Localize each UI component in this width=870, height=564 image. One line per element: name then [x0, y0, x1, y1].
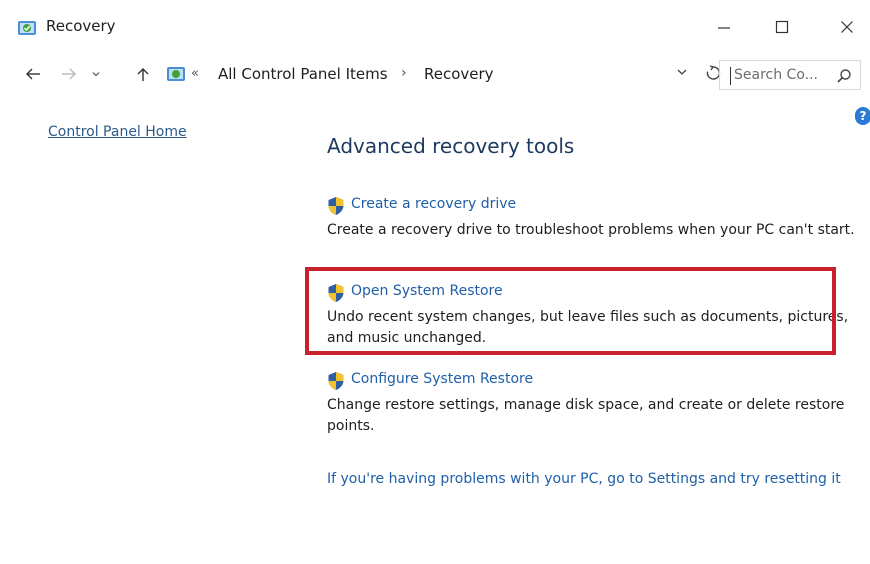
address-row: « All Control Panel Items › Recovery Sea… [0, 56, 870, 96]
window-title: Recovery [46, 17, 116, 35]
maximize-icon [775, 20, 789, 34]
title-bar: Recovery [0, 0, 870, 52]
back-button[interactable] [21, 62, 45, 86]
configure-system-restore-link[interactable]: Configure System Restore [351, 371, 533, 387]
reset-settings-link[interactable]: If you're having problems with your PC, … [327, 469, 867, 490]
create-recovery-drive-description: Create a recovery drive to troubleshoot … [327, 222, 855, 238]
breadcrumb-separator[interactable]: › [401, 65, 407, 81]
help-icon[interactable]: ? [855, 107, 870, 125]
highlight-annotation-box [305, 267, 836, 355]
breadcrumb-all-control-panel-items[interactable]: All Control Panel Items [218, 65, 388, 83]
text-caret [730, 67, 731, 85]
configure-system-restore-description: Change restore settings, manage disk spa… [327, 397, 845, 434]
up-button[interactable] [131, 62, 155, 86]
minimize-icon [718, 27, 730, 29]
control-panel-icon [167, 67, 185, 81]
recent-locations-button[interactable] [87, 62, 105, 86]
search-placeholder: Search Co... [734, 67, 818, 83]
search-icon[interactable] [836, 68, 852, 84]
uac-shield-icon [328, 197, 344, 215]
recovery-app-icon [18, 21, 36, 35]
back-arrow-icon [26, 68, 40, 80]
maximize-button[interactable] [762, 10, 802, 44]
up-arrow-icon [137, 68, 149, 81]
page-heading: Advanced recovery tools [327, 134, 575, 158]
control-panel-home-link[interactable]: Control Panel Home [48, 124, 187, 140]
forward-button[interactable] [57, 62, 81, 86]
configure-restore-item: Configure System Restore Change restore … [327, 370, 867, 437]
forward-arrow-icon [62, 68, 76, 80]
chevron-down-icon [92, 72, 100, 77]
create-recovery-drive-link[interactable]: Create a recovery drive [351, 196, 516, 212]
minimize-button[interactable] [704, 10, 744, 44]
breadcrumb-recovery[interactable]: Recovery [424, 65, 494, 83]
uac-shield-icon [328, 372, 344, 390]
close-icon [841, 21, 853, 33]
search-input[interactable]: Search Co... [719, 60, 861, 90]
close-button[interactable] [827, 10, 867, 44]
recovery-drive-item: Create a recovery drive Create a recover… [327, 195, 867, 241]
address-dropdown-icon[interactable] [676, 66, 688, 78]
breadcrumb-overflow[interactable]: « [191, 66, 199, 81]
